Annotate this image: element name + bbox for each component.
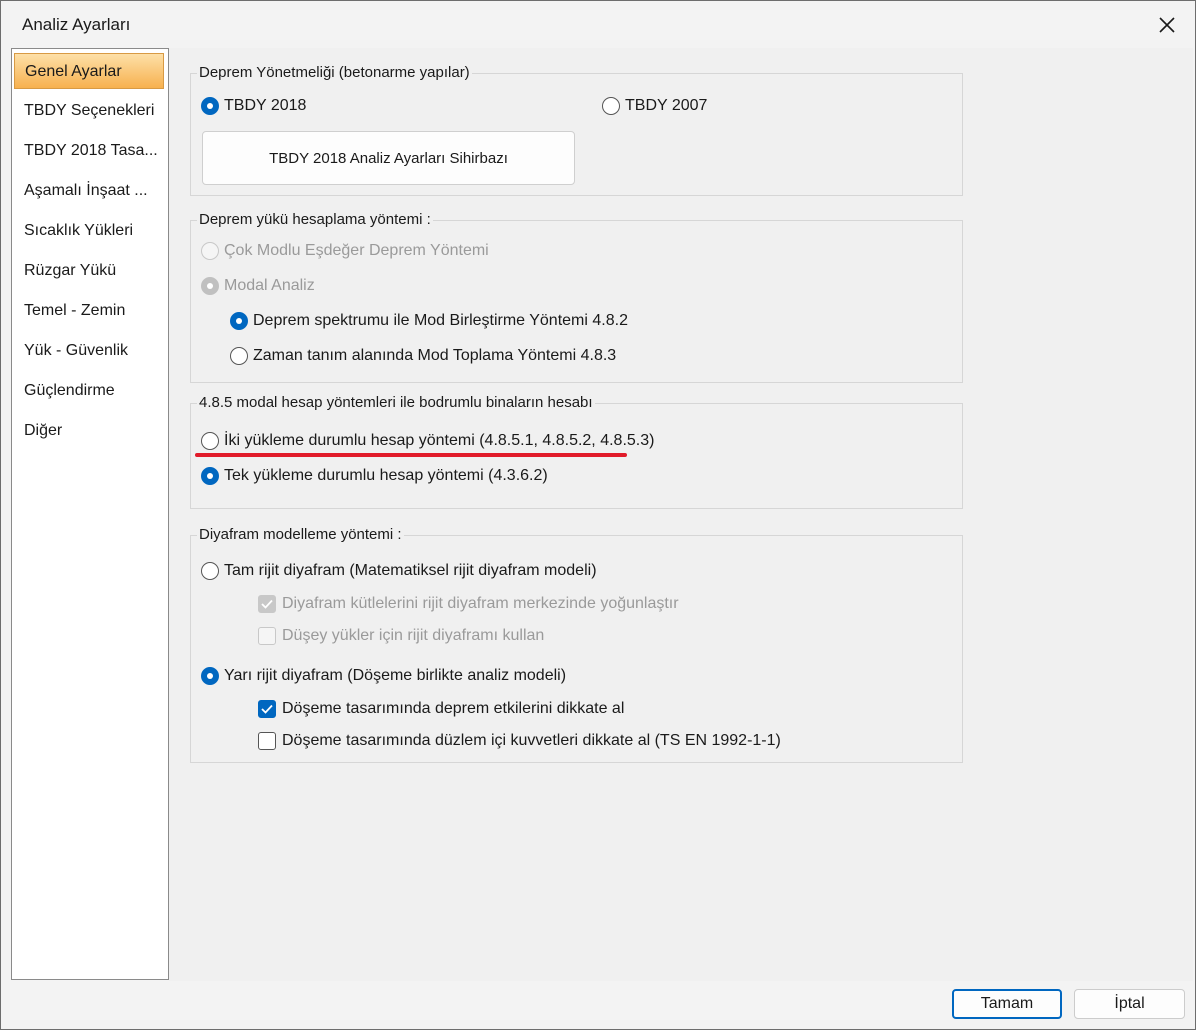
sidebar-item-diger[interactable]: Diğer: [14, 413, 164, 449]
slab-seismic-checkbox[interactable]: Döşeme tasarımında deprem etkilerini dik…: [258, 700, 624, 718]
checkbox-indicator: [258, 627, 276, 645]
checkbox-indicator: [258, 700, 276, 718]
analysis-wizard-button[interactable]: TBDY 2018 Analiz Ayarları Sihirbazı: [202, 131, 575, 185]
sidebar-item-asamali-insaat[interactable]: Aşamalı İnşaat ...: [14, 173, 164, 209]
rigid-mass-label: Diyafram kütlelerini rijit diyafram merk…: [282, 595, 679, 612]
dialog-window: Analiz Ayarları Genel Ayarlar TBDY Seçen…: [0, 0, 1196, 1030]
radio-indicator: [602, 97, 620, 115]
tbdy-2007-label: TBDY 2007: [625, 97, 708, 114]
spectrum-label: Deprem spektrumu ile Mod Birleştirme Yön…: [253, 312, 628, 329]
sidebar-item-genel-ayarlar[interactable]: Genel Ayarlar: [14, 53, 164, 89]
radio-indicator: [230, 312, 248, 330]
title-bar: Analiz Ayarları: [1, 1, 1195, 49]
sidebar-item-guclendirme[interactable]: Güçlendirme: [14, 373, 164, 409]
method-group-label: Deprem yükü hesaplama yöntemi :: [197, 211, 433, 228]
radio-indicator: [201, 242, 219, 260]
sidebar-item-tbdy-secenekleri[interactable]: TBDY Seçenekleri: [14, 93, 164, 129]
checkbox-indicator: [258, 732, 276, 750]
slab-seismic-label: Döşeme tasarımında deprem etkilerini dik…: [282, 700, 625, 717]
time-history-label: Zaman tanım alanında Mod Toplama Yöntemi…: [253, 347, 617, 364]
tbdy-2018-radio[interactable]: TBDY 2018: [201, 97, 306, 115]
checkmark-icon: [261, 599, 273, 609]
radio-indicator: [201, 277, 219, 295]
red-highlight-underline: [195, 453, 627, 457]
close-button[interactable]: [1147, 7, 1187, 43]
rigid-vertical-checkbox: Düşey yükler için rijit diyaframı kullan: [258, 627, 544, 645]
sidebar-item-ruzgar-yuku[interactable]: Rüzgar Yükü: [14, 253, 164, 289]
radio-indicator: [230, 347, 248, 365]
radio-indicator: [201, 562, 219, 580]
tbdy-2018-label: TBDY 2018: [224, 97, 307, 114]
window-title: Analiz Ayarları: [22, 15, 131, 34]
rigid-diaphragm-radio[interactable]: Tam rijit diyafram (Matematiksel rijit d…: [201, 562, 597, 580]
sidebar-item-yuk-guvenlik[interactable]: Yük - Güvenlik: [14, 333, 164, 369]
tbdy-2007-radio[interactable]: TBDY 2007: [602, 97, 707, 115]
single-load-case-radio[interactable]: Tek yükleme durumlu hesap yöntemi (4.3.6…: [201, 467, 548, 485]
rigid-mass-checkbox: Diyafram kütlelerini rijit diyafram merk…: [258, 595, 679, 613]
semi-rigid-diaphragm-radio[interactable]: Yarı rijit diyafram (Döşeme birlikte ana…: [201, 667, 566, 685]
rigid-diaphragm-label: Tam rijit diyafram (Matematiksel rijit d…: [224, 562, 597, 579]
spectrum-radio[interactable]: Deprem spektrumu ile Mod Birleştirme Yön…: [230, 312, 628, 330]
modal-analysis-radio: Modal Analiz: [201, 277, 315, 295]
dialog-footer: Tamam İptal: [1, 981, 1195, 1029]
checkmark-icon: [261, 704, 273, 714]
slab-inplane-checkbox[interactable]: Döşeme tasarımında düzlem içi kuvvetleri…: [258, 732, 781, 750]
time-history-radio[interactable]: Zaman tanım alanında Mod Toplama Yöntemi…: [230, 347, 616, 365]
slab-inplane-label: Döşeme tasarımında düzlem içi kuvvetleri…: [282, 732, 781, 749]
regulation-group-label: Deprem Yönetmeliği (betonarme yapılar): [197, 64, 472, 81]
single-load-case-label: Tek yükleme durumlu hesap yöntemi (4.3.6…: [224, 467, 548, 484]
diaphragm-group-label: Diyafram modelleme yöntemi :: [197, 526, 404, 543]
radio-indicator: [201, 97, 219, 115]
multi-mode-label: Çok Modlu Eşdeğer Deprem Yöntemi: [224, 242, 489, 259]
ok-button[interactable]: Tamam: [952, 989, 1062, 1019]
radio-indicator: [201, 467, 219, 485]
close-icon: [1159, 17, 1175, 33]
sidebar-item-temel-zemin[interactable]: Temel - Zemin: [14, 293, 164, 329]
two-load-case-label: İki yükleme durumlu hesap yöntemi (4.8.5…: [224, 432, 655, 449]
multi-mode-radio: Çok Modlu Eşdeğer Deprem Yöntemi: [201, 242, 489, 260]
cancel-button[interactable]: İptal: [1074, 989, 1185, 1019]
radio-indicator: [201, 432, 219, 450]
rigid-vertical-label: Düşey yükler için rijit diyaframı kullan: [282, 627, 545, 644]
basement-group-label: 4.8.5 modal hesap yöntemleri ile bodruml…: [197, 394, 595, 411]
semi-rigid-diaphragm-label: Yarı rijit diyafram (Döşeme birlikte ana…: [224, 667, 567, 684]
checkbox-indicator: [258, 595, 276, 613]
sidebar-item-tbdy-2018-tasarim[interactable]: TBDY 2018 Tasa...: [14, 133, 164, 169]
settings-sidebar: Genel Ayarlar TBDY Seçenekleri TBDY 2018…: [11, 48, 169, 980]
two-load-case-radio[interactable]: İki yükleme durumlu hesap yöntemi (4.8.5…: [201, 432, 654, 450]
sidebar-item-sicaklik-yukleri[interactable]: Sıcaklık Yükleri: [14, 213, 164, 249]
modal-analysis-label: Modal Analiz: [224, 277, 315, 294]
radio-indicator: [201, 667, 219, 685]
